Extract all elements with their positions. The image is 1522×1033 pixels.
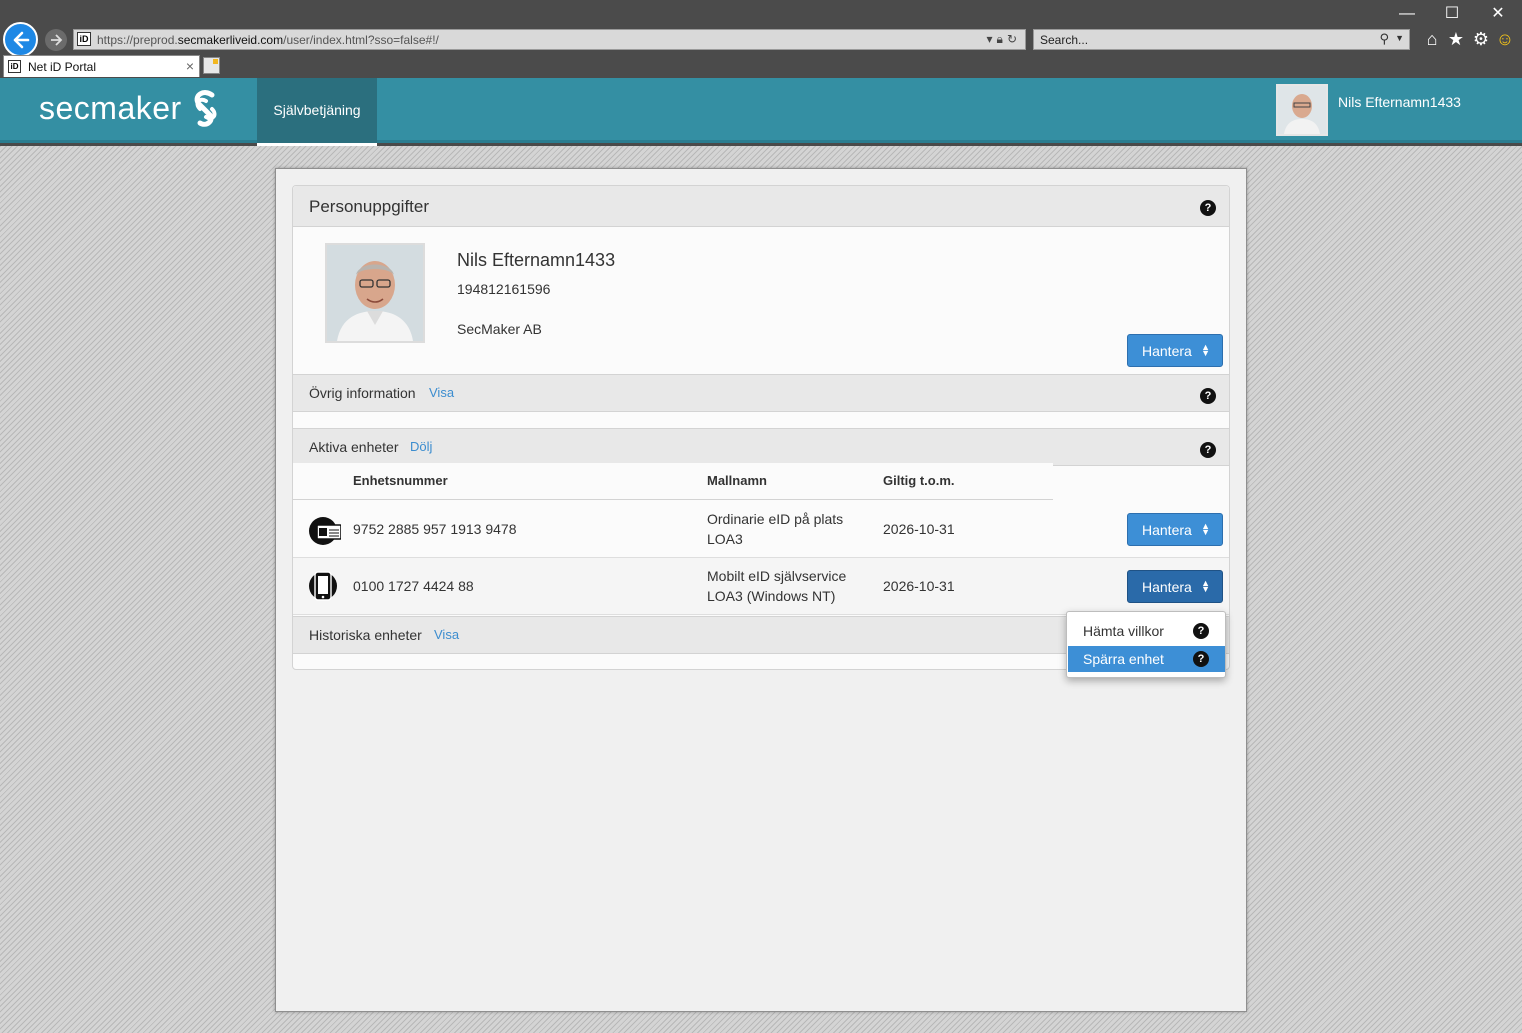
help-icon[interactable]: ? — [1200, 442, 1216, 458]
back-button[interactable] — [3, 22, 38, 57]
devices-table-header: Enhetsnummer Mallnamn Giltig t.o.m. — [293, 463, 1053, 500]
dropdown-icon: ▾ — [986, 32, 997, 46]
template-line: Ordinarie eID på plats — [707, 511, 844, 527]
help-icon[interactable]: ? — [1200, 200, 1216, 216]
secmaker-logo-icon — [194, 90, 217, 127]
person-photo — [325, 243, 425, 343]
device-template: Ordinarie eID på plats LOA3 — [707, 509, 843, 549]
minimize-button[interactable]: — — [1392, 4, 1422, 24]
panel-header: Personuppgifter ? — [293, 186, 1229, 227]
device-valid-until: 2026-10-31 — [883, 521, 955, 537]
mobile-phone-icon — [309, 571, 337, 601]
address-tools[interactable]: ▾🔒︎↻ — [987, 32, 1021, 47]
device-template: Mobilt eID självservice LOA3 (Windows NT… — [707, 566, 846, 606]
active-devices-hide-link[interactable]: Dölj — [410, 439, 432, 454]
manage-label: Hantera — [1142, 342, 1192, 359]
template-line: Mobilt eID självservice — [707, 568, 847, 584]
card-reader-icon — [309, 517, 341, 545]
new-tab-button[interactable] — [203, 57, 220, 74]
menu-item-get-terms[interactable]: Hämta villkor ? — [1068, 618, 1225, 644]
person-name: Nils Efternamn1433 — [457, 250, 616, 270]
column-header-template[interactable]: Mallnamn — [707, 473, 767, 488]
manage-person-button[interactable]: Hantera ▲ ▼ — [1127, 334, 1223, 367]
site-header: secmaker Självbetjäning Nils Efternamn14… — [0, 78, 1522, 146]
menu-item-label: Spärra enhet — [1083, 651, 1164, 667]
search-input[interactable] — [1040, 32, 1360, 48]
refresh-icon: ↻ — [1006, 32, 1021, 46]
search-icon[interactable]: ⚲ — [1379, 31, 1389, 47]
sort-icon: ▲ ▼ — [1201, 521, 1210, 537]
browser-chrome: — ☐ ✕ iD https://preprod.secmakerliveid.… — [0, 0, 1522, 78]
main-container: Personuppgifter ? Nils Efternamn1433 194… — [275, 168, 1247, 1012]
device-valid-until: 2026-10-31 — [883, 578, 955, 594]
panel-title: Personuppgifter — [309, 197, 430, 216]
table-row: 0100 1727 4424 88 Mobilt eID självservic… — [293, 558, 1229, 615]
user-avatar[interactable] — [1276, 84, 1328, 136]
sort-icon: ▲ ▼ — [1201, 342, 1210, 358]
person-portrait-icon — [1278, 86, 1326, 134]
table-row: 9752 2885 957 1913 9478 Ordinarie eID på… — [293, 501, 1229, 558]
device-number: 0100 1727 4424 88 — [353, 578, 474, 594]
other-info-label: Övrig information — [309, 385, 416, 401]
maximize-button[interactable]: ☐ — [1437, 4, 1467, 24]
historic-devices-show-link[interactable]: Visa — [434, 627, 459, 642]
browser-tab[interactable]: iD Net iD Portal × — [3, 55, 200, 77]
arrow-left-icon — [13, 31, 30, 49]
site-favicon-icon: iD — [77, 32, 91, 46]
gear-icon[interactable]: ⚙ — [1470, 28, 1492, 50]
star-icon[interactable]: ★ — [1445, 28, 1467, 50]
sort-icon: ▲ ▼ — [1201, 578, 1210, 594]
manage-device-button[interactable]: Hantera ▲ ▼ — [1127, 513, 1223, 546]
other-info-section: Övrig information Visa ? — [293, 374, 1229, 412]
active-devices-label: Aktiva enheter — [309, 439, 399, 455]
menu-item-label: Hämta villkor — [1083, 623, 1164, 639]
manage-dropdown-menu: Hämta villkor ? Spärra enhet ? — [1066, 611, 1226, 678]
person-id-number: 194812161596 — [457, 281, 551, 297]
column-header-number[interactable]: Enhetsnummer — [353, 473, 448, 488]
personal-info-panel: Personuppgifter ? Nils Efternamn1433 194… — [292, 185, 1230, 670]
brand-wordmark[interactable]: secmaker — [39, 90, 182, 127]
url-text: https://preprod.secmakerliveid.com/user/… — [97, 33, 439, 47]
other-info-show-link[interactable]: Visa — [429, 385, 454, 400]
search-box[interactable]: ⚲ ▼ — [1033, 29, 1410, 50]
address-bar[interactable]: iD https://preprod.secmakerliveid.com/us… — [73, 29, 1026, 50]
person-portrait-icon — [327, 245, 423, 341]
manage-label: Hantera — [1142, 578, 1192, 595]
help-icon[interactable]: ? — [1200, 388, 1216, 404]
template-line: LOA3 (Windows NT) — [707, 588, 836, 604]
user-name[interactable]: Nils Efternamn1433 — [1338, 94, 1461, 110]
historic-devices-label: Historiska enheter — [309, 627, 422, 643]
manage-device-button[interactable]: Hantera ▲ ▼ — [1127, 570, 1223, 603]
forward-button[interactable] — [45, 29, 67, 51]
smiley-icon[interactable]: ☺ — [1494, 28, 1516, 50]
nav-sjalvbetjaning[interactable]: Självbetjäning — [257, 78, 377, 146]
tab-title: Net iD Portal — [28, 60, 97, 74]
help-icon[interactable]: ? — [1193, 651, 1209, 667]
arrow-right-icon — [51, 34, 63, 46]
home-icon[interactable]: ⌂ — [1421, 28, 1443, 50]
tab-close-icon[interactable]: × — [186, 58, 194, 74]
chevron-down-icon[interactable]: ▼ — [1395, 33, 1404, 43]
lock-icon: 🔒︎ — [996, 32, 1007, 46]
tab-favicon-icon: iD — [8, 60, 21, 73]
active-devices-section: Aktiva enheter Dölj ? — [293, 428, 1229, 466]
menu-item-block-device[interactable]: Spärra enhet ? — [1068, 646, 1225, 672]
device-number: 9752 2885 957 1913 9478 — [353, 521, 517, 537]
help-icon[interactable]: ? — [1193, 623, 1209, 639]
column-header-valid[interactable]: Giltig t.o.m. — [883, 473, 955, 488]
close-window-button[interactable]: ✕ — [1483, 4, 1513, 24]
template-line: LOA3 — [707, 531, 743, 547]
manage-label: Hantera — [1142, 521, 1192, 538]
person-organization: SecMaker AB — [457, 321, 542, 337]
